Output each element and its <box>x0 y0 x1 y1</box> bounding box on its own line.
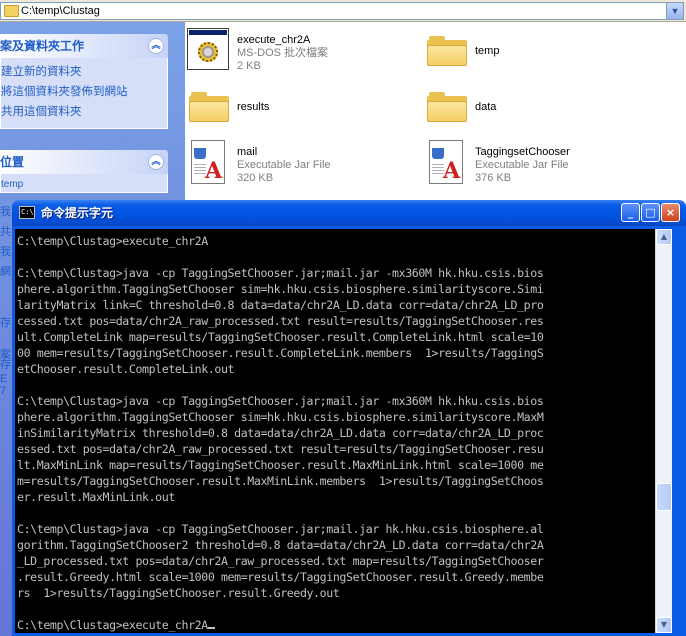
sidebar-fragment: 我 <box>0 206 11 218</box>
other-places-body: temp <box>0 174 168 193</box>
file-size: 320 KB <box>237 172 274 184</box>
chevron-down-icon[interactable]: ▼ <box>666 3 683 19</box>
file-type: MS-DOS 批次檔案 <box>237 47 329 59</box>
console-line: essed.txt pos=data/chr2A_raw_processed.t… <box>17 442 544 456</box>
close-button[interactable]: × <box>661 203 680 222</box>
task-publish-folder[interactable]: 將這個資料夾發佈到網站 <box>1 82 167 102</box>
folder-icon <box>4 5 19 17</box>
task-share-folder[interactable]: 共用這個資料夾 <box>1 102 167 122</box>
console-line: gorithm.TaggingSetChooser2 threshold=0.8… <box>17 538 544 552</box>
folder-item-temp[interactable]: temp <box>423 26 653 78</box>
console-line: C:\temp\Clustag>java -cp TaggingSetChoos… <box>17 394 544 408</box>
console-line: rs 1>results/TaggingSetChooser.result.Gr… <box>17 586 340 600</box>
folder-name: temp <box>475 45 500 57</box>
file-folder-tasks-body: 建立新的資料夾 將這個資料夾發佈到網站 共用這個資料夾 <box>0 58 168 129</box>
file-name: mail <box>237 146 258 158</box>
folder-item-data[interactable]: data <box>423 82 653 134</box>
file-name: TaggingsetChooser <box>475 146 570 158</box>
console-line: .result.Greedy.html scale=1000 mem=resul… <box>17 570 544 584</box>
console-line: 00 mem=results/TaggingSetChooser.result.… <box>17 346 544 360</box>
batch-file-icon <box>187 28 231 72</box>
console-line: C:\temp\Clustag>execute_chr2A <box>17 618 208 632</box>
address-text: C:\temp\Clustag <box>21 5 100 17</box>
sidebar-fragment: 共 <box>0 226 11 238</box>
folder-icon <box>189 92 229 122</box>
console-line: m=results/TaggingSetChooser.result.MaxMi… <box>17 474 544 488</box>
file-folder-tasks-header[interactable]: 案及資料夾工作 ︽ <box>0 34 168 58</box>
file-type: Executable Jar File <box>237 159 331 171</box>
folder-icon <box>427 36 467 66</box>
console-output[interactable]: C:\temp\Clustag>execute_chr2A C:\temp\Cl… <box>15 229 655 633</box>
file-folder-tasks-group: 案及資料夾工作 ︽ 建立新的資料夾 將這個資料夾發佈到網站 共用這個資料夾 <box>0 34 168 129</box>
console-line: etChooser.result.CompleteLink.out <box>17 362 235 376</box>
maximize-button[interactable]: □ <box>641 203 660 222</box>
scroll-down-icon[interactable]: ▼ <box>656 617 672 633</box>
file-folder-tasks-title: 案及資料夾工作 <box>0 39 85 53</box>
file-item-mail[interactable]: A mail Executable Jar File 320 KB <box>185 138 415 190</box>
vertical-scrollbar[interactable]: ▲ ▼ <box>655 229 672 633</box>
file-size: 2 KB <box>237 60 261 72</box>
sidebar-fragment: 存 <box>0 317 11 329</box>
command-prompt-window: C:\ 命令提示字元 _ □ × C:\temp\Clustag>execute… <box>12 200 686 636</box>
sidebar-fragment: 7 <box>0 385 7 397</box>
file-name: execute_chr2A <box>237 34 311 46</box>
address-bar: C:\temp\Clustag ▼ <box>0 0 686 22</box>
other-places-group: 位置 ︽ temp <box>0 150 168 193</box>
sidebar-fragment: 我 <box>0 246 11 258</box>
console-line: phere.algorithm.TaggingSetChooser sim=hk… <box>17 282 544 296</box>
console-line: cessed.txt pos=data/chr2A_raw_processed.… <box>17 314 544 328</box>
console-line: C:\temp\Clustag>java -cp TaggingSetChoos… <box>17 522 544 536</box>
scroll-up-icon[interactable]: ▲ <box>656 229 672 245</box>
console-line: larityMatrix link=C threshold=0.8 data=d… <box>17 298 544 312</box>
place-temp[interactable]: temp <box>1 178 167 192</box>
collapse-chevron-icon[interactable]: ︽ <box>148 154 164 170</box>
console-icon[interactable]: C:\ <box>19 206 35 219</box>
console-line: lt.MaxMinLink map=results/TaggingSetChoo… <box>17 458 544 472</box>
jar-file-icon: A <box>191 140 225 184</box>
console-line: phere.algorithm.TaggingSetChooser sim=hk… <box>17 410 544 424</box>
folder-icon <box>427 92 467 122</box>
window-title: 命令提示字元 <box>41 206 114 220</box>
console-line: ult.CompleteLink map=results/TaggingSetC… <box>17 330 544 344</box>
file-type: Executable Jar File <box>475 159 569 171</box>
folder-name: data <box>475 101 497 113</box>
folder-item-results[interactable]: results <box>185 82 415 134</box>
console-line: C:\temp\Clustag>java -cp TaggingSetChoos… <box>17 266 544 280</box>
console-line: C:\temp\Clustag>execute_chr2A <box>17 234 208 248</box>
file-item-execute-chr2a[interactable]: execute_chr2A MS-DOS 批次檔案 2 KB <box>185 26 415 78</box>
console-line: _LD_processed.txt pos=data/chr2A_raw_pro… <box>17 554 544 568</box>
task-new-folder[interactable]: 建立新的資料夾 <box>1 62 167 82</box>
jar-file-icon: A <box>429 140 463 184</box>
file-size: 376 KB <box>475 172 512 184</box>
file-list: execute_chr2A MS-DOS 批次檔案 2 KB temp resu… <box>185 22 686 212</box>
console-line: er.result.MaxMinLink.out <box>17 490 175 504</box>
title-bar[interactable]: C:\ 命令提示字元 _ □ × <box>12 200 686 226</box>
text-cursor <box>207 627 215 629</box>
console-line: inSimilarityMatrix threshold=0.8 data=da… <box>17 426 544 440</box>
file-item-taggingsetchooser[interactable]: A TaggingsetChooser Executable Jar File … <box>423 138 653 190</box>
collapse-chevron-icon[interactable]: ︽ <box>148 38 164 54</box>
other-places-title: 位置 <box>0 155 25 169</box>
address-field[interactable]: C:\temp\Clustag ▼ <box>0 2 684 20</box>
sidebar-fragment: 存 <box>0 359 11 371</box>
console-text: C:\temp\Clustag>execute_chr2A C:\temp\Cl… <box>15 229 655 633</box>
minimize-button[interactable]: _ <box>621 203 640 222</box>
scroll-thumb[interactable] <box>656 483 672 511</box>
console-frame: C:\temp\Clustag>execute_chr2A C:\temp\Cl… <box>12 226 686 636</box>
other-places-header[interactable]: 位置 ︽ <box>0 150 168 174</box>
folder-name: results <box>237 101 270 113</box>
sidebar-fragment: 網 <box>0 266 11 278</box>
